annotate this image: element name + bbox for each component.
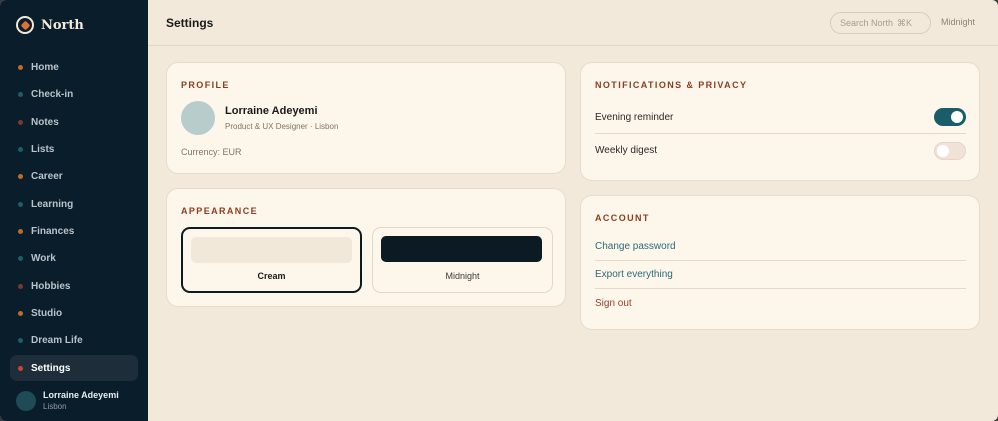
dot-icon [18, 174, 23, 180]
swatch-preview [191, 237, 352, 263]
section-title: ACCOUNT [595, 213, 650, 223]
topbar: Settings Search North ⌘K Midnight [148, 0, 998, 46]
dot-icon [18, 147, 23, 153]
sidebar-user[interactable]: Lorraine Adeyemi Lisbon [16, 390, 119, 411]
profile-currency: Currency: EUR [181, 147, 242, 157]
profile-name: Lorraine Adeyemi [225, 105, 318, 117]
main-content: Settings Search North ⌘K Midnight PROFIL… [148, 0, 998, 421]
avatar [16, 390, 36, 411]
section-title: NOTIFICATIONS & PRIVACY [595, 80, 748, 90]
toggle-row: Evening reminder [595, 101, 966, 134]
sidebar-item-label: Finances [31, 225, 75, 237]
brand[interactable]: North [16, 16, 84, 34]
swatch-label: Cream [257, 271, 286, 281]
dot-icon [18, 65, 23, 71]
search-placeholder: Search North [840, 18, 894, 28]
toggle-row: Weekly digest [595, 134, 966, 167]
sidebar-item-label: Home [31, 62, 59, 74]
sidebar-item-notes[interactable]: Notes [10, 109, 138, 136]
sidebar-item-label: Notes [31, 116, 59, 128]
export-everything-link[interactable]: Export everything [595, 261, 966, 289]
theme-option-midnight[interactable]: Midnight [372, 227, 553, 293]
dot-icon [18, 283, 23, 289]
sidebar-item-learning[interactable]: Learning [10, 190, 138, 217]
section-title: APPEARANCE [181, 206, 259, 216]
sidebar-item-work[interactable]: Work [10, 245, 138, 272]
dot-icon [18, 119, 23, 125]
dot-icon [18, 365, 23, 371]
sidebar-item-hobbies[interactable]: Hobbies [10, 272, 138, 299]
dot-icon [18, 256, 23, 262]
sidebar-item-label: Lists [31, 144, 55, 156]
sidebar-item-check-in[interactable]: Check-in [10, 81, 138, 108]
sidebar-item-label: Settings [31, 362, 71, 374]
north-logo-icon [16, 16, 34, 34]
toggle-label: Weekly digest [595, 145, 658, 156]
account-card: ACCOUNT Change password Export everythin… [580, 195, 980, 330]
shortcut-hint: ⌘K [897, 17, 913, 28]
user-location: Lisbon [43, 402, 67, 411]
swatch-label: Midnight [445, 271, 480, 281]
change-password-link[interactable]: Change password [595, 233, 966, 261]
sidebar-item-settings[interactable]: Settings [10, 355, 138, 382]
sidebar-item-label: Dream Life [31, 335, 83, 347]
notifications-card: NOTIFICATIONS & PRIVACY Evening reminder… [580, 62, 980, 181]
dot-icon [18, 92, 23, 98]
sidebar-item-label: Studio [31, 307, 63, 319]
sidebar-item-home[interactable]: Home [10, 54, 138, 81]
sidebar-item-lists[interactable]: Lists [10, 136, 138, 163]
appearance-card: APPEARANCE Cream Midnight [166, 188, 566, 307]
sidebar-item-finances[interactable]: Finances [10, 218, 138, 245]
sidebar-item-label: Hobbies [31, 280, 71, 292]
dot-icon [18, 201, 23, 207]
sidebar-item-label: Career [31, 171, 63, 183]
dot-icon [18, 228, 23, 234]
theme-option-cream[interactable]: Cream [181, 227, 362, 293]
evening-reminder-toggle[interactable] [934, 108, 966, 126]
sidebar-item-label: Learning [31, 198, 74, 210]
search-input[interactable]: Search North ⌘K [830, 12, 931, 34]
dot-icon [18, 310, 23, 316]
page-title: Settings [166, 15, 214, 30]
swatch-preview [381, 236, 542, 262]
sign-out-link[interactable]: Sign out [595, 289, 966, 317]
sidebar-nav: Home Check-in Notes Lists Career Learnin… [10, 54, 138, 382]
avatar[interactable] [181, 101, 215, 135]
sidebar-item-label: Work [31, 253, 56, 265]
sidebar-item-label: Check-in [31, 89, 74, 101]
brand-name: North [41, 17, 84, 33]
dot-icon [18, 338, 23, 344]
section-title: PROFILE [181, 80, 230, 90]
user-name: Lorraine Adeyemi [43, 390, 119, 400]
app-window: North Home Check-in Notes Lists Career L… [0, 0, 998, 421]
sidebar-item-dream-life[interactable]: Dream Life [10, 327, 138, 354]
theme-switch[interactable]: Midnight [941, 17, 975, 27]
sidebar-item-career[interactable]: Career [10, 163, 138, 190]
toggle-label: Evening reminder [595, 111, 674, 123]
sidebar: North Home Check-in Notes Lists Career L… [0, 0, 148, 421]
weekly-digest-toggle[interactable] [934, 141, 966, 160]
profile-role: Product & UX Designer · Lisbon [225, 122, 339, 131]
profile-card: PROFILE Lorraine Adeyemi Product & UX De… [166, 62, 566, 174]
sidebar-item-studio[interactable]: Studio [10, 300, 138, 327]
